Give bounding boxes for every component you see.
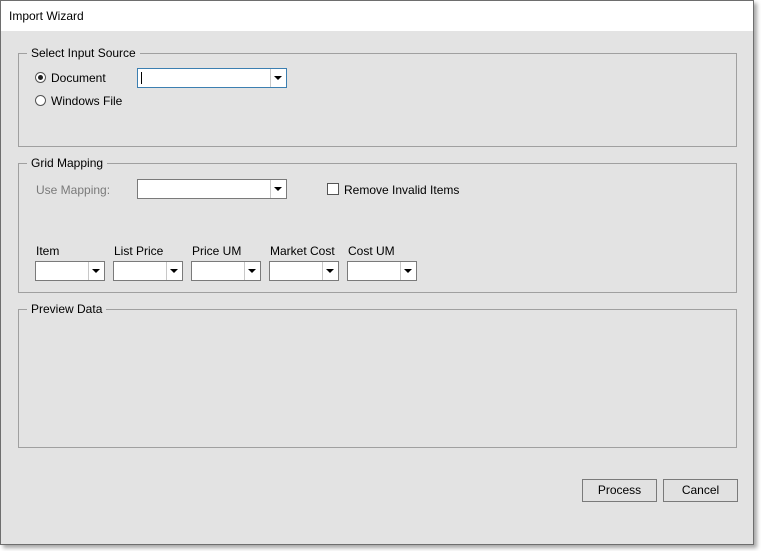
chevron-down-icon	[326, 269, 334, 273]
chevron-down-icon	[248, 269, 256, 273]
chevron-down-icon	[92, 269, 100, 273]
chevron-down-icon	[274, 187, 282, 191]
use-mapping-select[interactable]	[137, 179, 287, 199]
window-title: Import Wizard	[9, 9, 84, 23]
column-label-cost-um: Cost UM	[348, 244, 395, 258]
text-caret	[141, 72, 142, 84]
remove-invalid-checkbox[interactable]	[327, 183, 339, 195]
document-radio[interactable]	[35, 72, 46, 83]
input-source-group: Select Input Source Document Windows Fil…	[18, 46, 737, 147]
title-bar[interactable]: Import Wizard	[1, 1, 753, 31]
input-source-legend: Select Input Source	[27, 46, 140, 60]
price-um-dropdown-button[interactable]	[244, 262, 260, 280]
windows-file-radio[interactable]	[35, 95, 46, 106]
price-um-select[interactable]	[191, 261, 261, 281]
list-price-dropdown-button[interactable]	[166, 262, 182, 280]
document-select-dropdown-button[interactable]	[270, 69, 286, 87]
market-cost-select[interactable]	[269, 261, 339, 281]
list-price-select[interactable]	[113, 261, 183, 281]
document-radio-label[interactable]: Document	[51, 71, 106, 85]
windows-file-radio-label[interactable]: Windows File	[51, 94, 122, 108]
document-select[interactable]	[137, 68, 287, 88]
chevron-down-icon	[274, 76, 282, 80]
item-dropdown-button[interactable]	[88, 262, 104, 280]
process-button[interactable]: Process	[582, 479, 657, 502]
remove-invalid-label[interactable]: Remove Invalid Items	[344, 183, 459, 197]
column-label-price-um: Price UM	[192, 244, 242, 258]
use-mapping-dropdown-button[interactable]	[270, 180, 286, 198]
column-label-market-cost: Market Cost	[270, 244, 335, 258]
cost-um-dropdown-button[interactable]	[400, 262, 416, 280]
column-label-item: Item	[36, 244, 60, 258]
market-cost-dropdown-button[interactable]	[322, 262, 338, 280]
item-select[interactable]	[35, 261, 105, 281]
preview-data-group: Preview Data	[18, 302, 737, 448]
use-mapping-label: Use Mapping:	[36, 183, 111, 197]
cancel-button[interactable]: Cancel	[663, 479, 738, 502]
column-label-list-price: List Price	[114, 244, 164, 258]
chevron-down-icon	[170, 269, 178, 273]
grid-mapping-legend: Grid Mapping	[27, 156, 108, 170]
import-wizard-window: Import Wizard Select Input Source Docume…	[0, 0, 754, 545]
grid-mapping-group: Grid Mapping Use Mapping: Remove Invalid…	[18, 156, 737, 293]
chevron-down-icon	[404, 269, 412, 273]
cost-um-select[interactable]	[347, 261, 417, 281]
preview-data-legend: Preview Data	[27, 302, 107, 316]
